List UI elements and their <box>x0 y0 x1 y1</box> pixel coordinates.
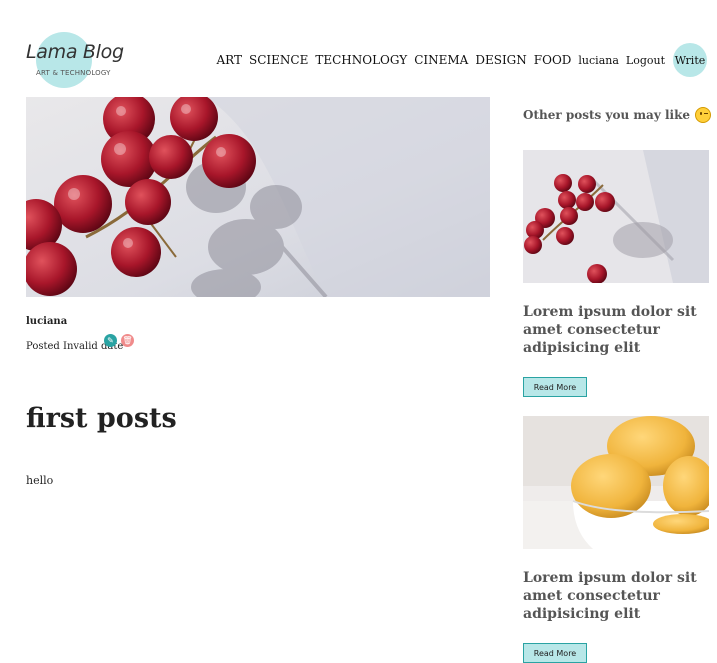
delete-icon[interactable]: 🗑 <box>121 334 134 347</box>
site-logo[interactable]: Lama Blog ART & TECHNOLOGY <box>22 32 132 92</box>
post-title: first posts <box>26 403 177 434</box>
related-post-card: Lorem ipsum dolor sit amet consectetur a… <box>523 150 709 397</box>
write-button[interactable]: Write <box>673 43 707 77</box>
nav-item-cinema[interactable]: CINEMA <box>414 53 468 67</box>
post-body: hello <box>26 474 54 487</box>
nav-item-art[interactable]: ART <box>217 53 243 67</box>
grapes-thumbnail <box>523 150 709 283</box>
nav-item-food[interactable]: FOOD <box>534 53 572 67</box>
nav-item-technology[interactable]: TECHNOLOGY <box>315 53 407 67</box>
related-post-image[interactable] <box>523 416 709 549</box>
lemons-thumbnail <box>523 416 709 549</box>
nav-item-design[interactable]: DESIGN <box>475 53 526 67</box>
related-post-image[interactable] <box>523 150 709 283</box>
wink-emoji-icon <box>695 107 712 123</box>
logo-tagline: ART & TECHNOLOGY <box>36 69 111 77</box>
sidebar-heading: Other posts you may like <box>523 107 712 123</box>
post-author[interactable]: luciana <box>26 316 67 327</box>
edit-icon[interactable]: ✎ <box>104 334 117 347</box>
sidebar-heading-text: Other posts you may like <box>523 108 691 122</box>
read-more-button[interactable]: Read More <box>523 643 587 663</box>
logo-name: Lama Blog <box>26 41 124 63</box>
nav-item-science[interactable]: SCIENCE <box>249 53 308 67</box>
related-post-card: Lorem ipsum dolor sit amet consectetur a… <box>523 416 709 663</box>
related-post-title[interactable]: Lorem ipsum dolor sit amet consectetur a… <box>523 569 709 623</box>
post-image <box>26 97 490 297</box>
read-more-button[interactable]: Read More <box>523 377 587 397</box>
related-post-title[interactable]: Lorem ipsum dolor sit amet consectetur a… <box>523 303 709 357</box>
nav-user[interactable]: luciana <box>578 54 618 67</box>
top-nav: ART SCIENCE TECHNOLOGY CINEMA DESIGN FOO… <box>210 43 707 77</box>
logout-link[interactable]: Logout <box>626 54 665 67</box>
grapes-photo <box>26 97 490 297</box>
